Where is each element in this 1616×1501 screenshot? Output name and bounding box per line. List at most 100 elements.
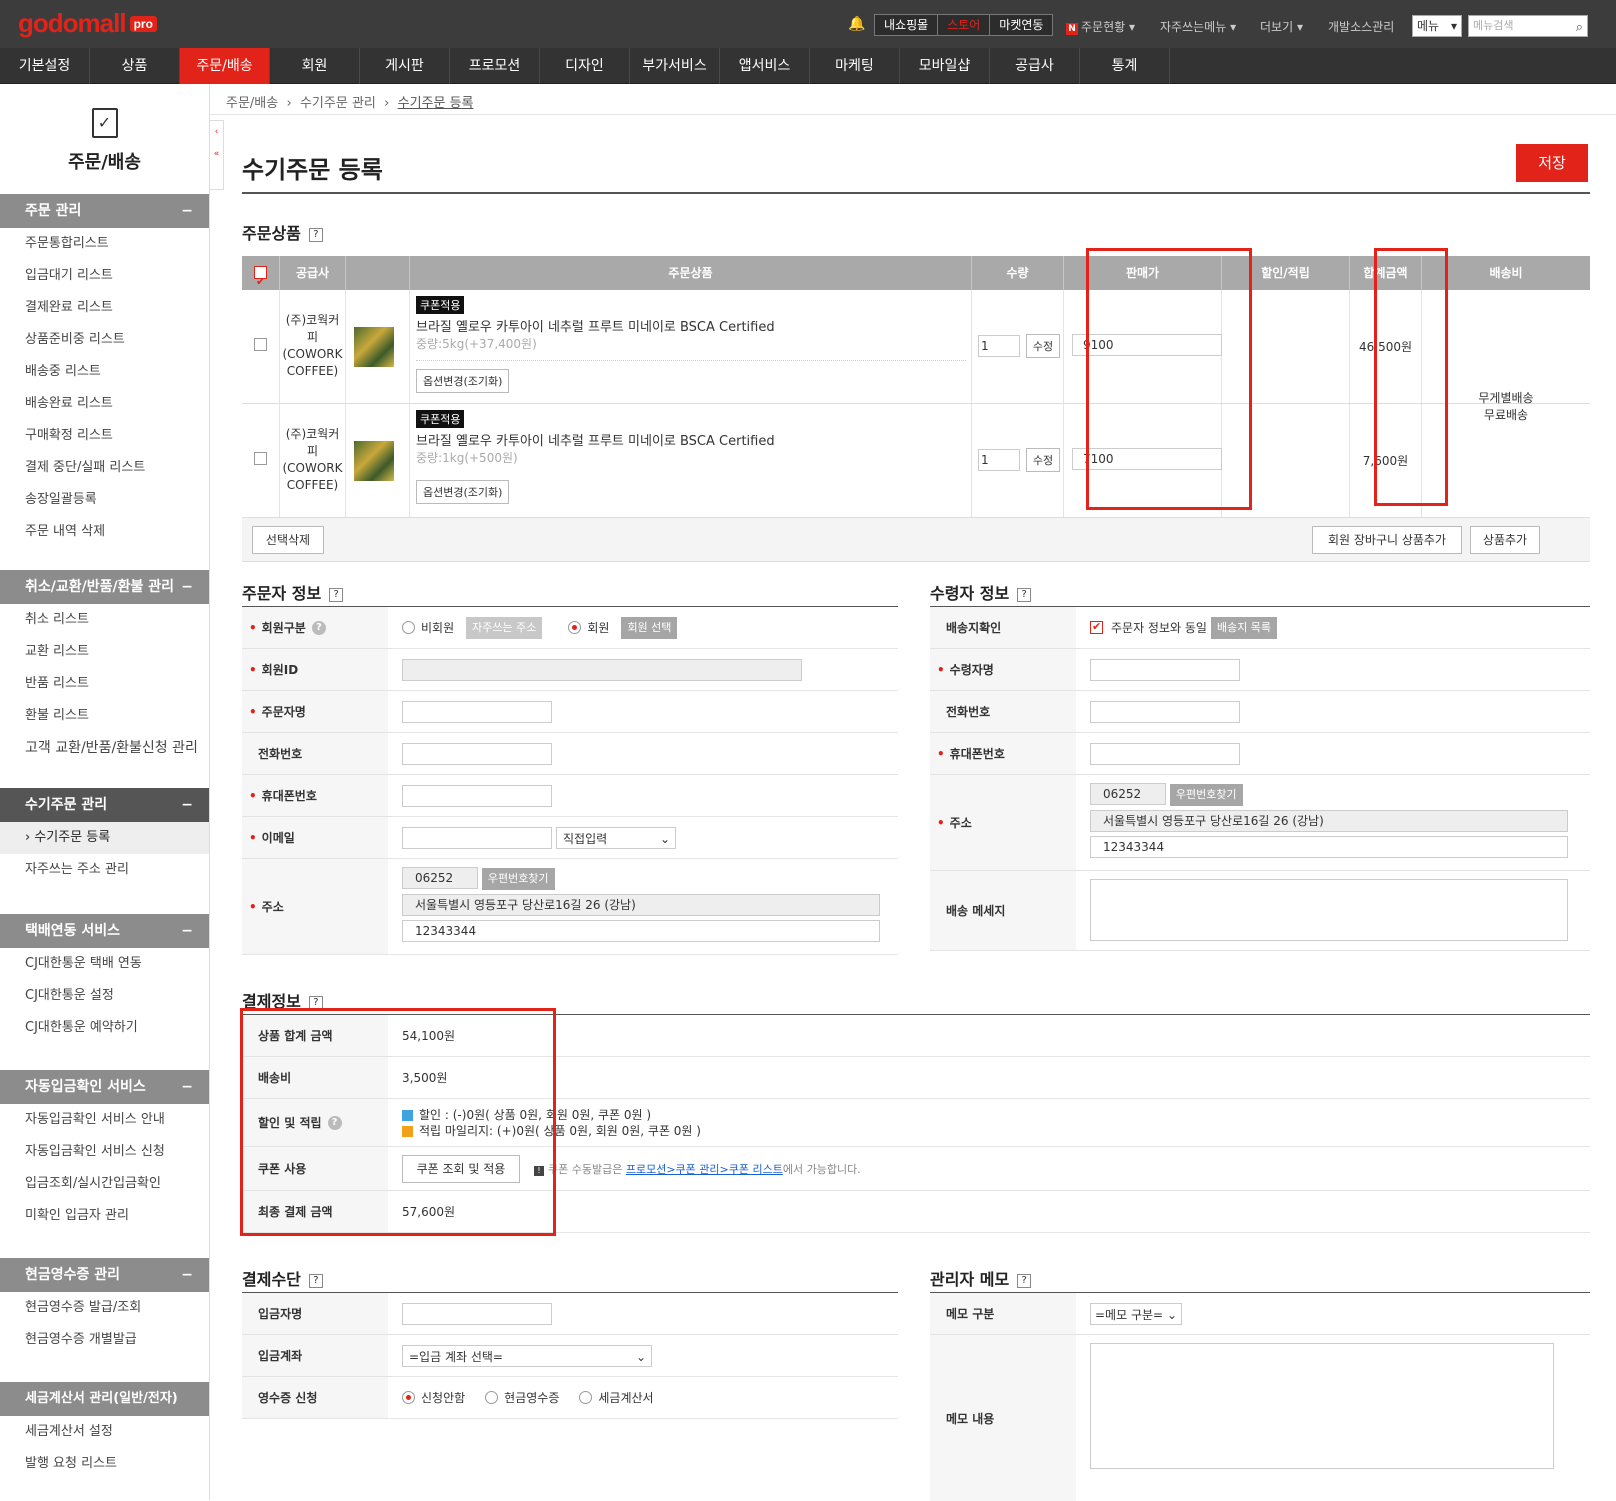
sidebar-item[interactable]: 결제완료 리스트 bbox=[0, 292, 209, 324]
sidebar-item[interactable]: 배송중 리스트 bbox=[0, 356, 209, 388]
receiver-phone-input[interactable] bbox=[1090, 700, 1240, 723]
product-thumbnail[interactable] bbox=[354, 441, 394, 481]
zipcode-search-button[interactable]: 우편번호찾기 bbox=[481, 868, 555, 890]
row-checkbox[interactable] bbox=[254, 452, 267, 465]
nav-board[interactable]: 게시판 bbox=[360, 48, 450, 84]
sidebar-item[interactable]: 입금대기 리스트 bbox=[0, 260, 209, 292]
nav-products[interactable]: 상품 bbox=[90, 48, 180, 84]
nav-members[interactable]: 회원 bbox=[270, 48, 360, 84]
more-link[interactable]: 더보기 ▾ bbox=[1260, 18, 1303, 35]
select-all-checkbox[interactable] bbox=[242, 256, 280, 299]
nav-supplier[interactable]: 공급사 bbox=[990, 48, 1080, 84]
chevron-left-icon[interactable]: ‹ bbox=[210, 127, 223, 137]
address-detail-input[interactable]: 12343344 bbox=[1090, 836, 1568, 858]
sidebar-item[interactable]: 미확인 입금자 관리 bbox=[0, 1200, 209, 1232]
zipcode-input[interactable]: 06252 bbox=[1090, 783, 1166, 805]
memo-type-select[interactable]: =메모 구분= ⌄ bbox=[1090, 1302, 1182, 1325]
sidebar-item[interactable]: 배송완료 리스트 bbox=[0, 388, 209, 420]
sidebar-item[interactable]: 세금계산서 설정 bbox=[0, 1416, 209, 1448]
member-radio[interactable] bbox=[568, 621, 582, 634]
sidebar-item[interactable]: 고객 교환/반품/환불신청 관리 bbox=[0, 732, 209, 764]
option-change-button[interactable]: 옵션변경(조기화) bbox=[416, 369, 510, 393]
qty-update-button[interactable]: 수정 bbox=[1025, 334, 1061, 358]
checkbox[interactable] bbox=[254, 265, 267, 299]
receiver-name-input[interactable] bbox=[1090, 658, 1240, 681]
nonmember-radio[interactable] bbox=[402, 621, 415, 634]
nav-orders[interactable]: 주문/배송 bbox=[180, 48, 270, 84]
favorite-address-button[interactable]: 자주쓰는 주소 bbox=[466, 616, 543, 639]
menu-select[interactable]: 메뉴 ▾ bbox=[1412, 15, 1462, 37]
collapse-icon[interactable]: − bbox=[181, 194, 193, 228]
sidebar-item[interactable]: 주문통합리스트 bbox=[0, 228, 209, 260]
bell-icon[interactable]: 🔔 bbox=[848, 16, 865, 32]
receipt-none-radio[interactable] bbox=[402, 1391, 415, 1404]
sidebar-item[interactable]: CJ대한통운 예약하기 bbox=[0, 1012, 209, 1044]
delivery-message-textarea[interactable] bbox=[1090, 879, 1568, 941]
sidebar-item[interactable]: 결제 중단/실패 리스트 bbox=[0, 452, 209, 484]
breadcrumb-item[interactable]: 수기주문 관리 bbox=[300, 96, 376, 111]
sidebar-section-active[interactable]: 수기주문 관리 − bbox=[0, 788, 209, 822]
product-name[interactable]: 브라질 옐로우 카투아이 네추럴 프루트 미네이로 BSCA Certified bbox=[416, 430, 965, 449]
double-chevron-up-icon[interactable]: « bbox=[210, 149, 223, 159]
help-icon[interactable]: ? bbox=[1017, 1273, 1032, 1288]
tab-market[interactable]: 마켓연동 bbox=[990, 15, 1053, 35]
receipt-tax-radio[interactable] bbox=[579, 1391, 593, 1404]
sidebar-item[interactable]: 교환 리스트 bbox=[0, 636, 209, 668]
member-cart-add-button[interactable]: 회원 장바구니 상품추가 bbox=[1312, 526, 1462, 554]
depositor-input[interactable] bbox=[402, 1302, 552, 1325]
sidebar-item[interactable]: 구매확정 리스트 bbox=[0, 420, 209, 452]
sidebar-section[interactable]: 현금영수증 관리 − bbox=[0, 1258, 209, 1292]
nav-promotion[interactable]: 프로모션 bbox=[450, 48, 540, 84]
add-product-button[interactable]: 상품추가 bbox=[1470, 526, 1540, 554]
breadcrumb-current[interactable]: 수기주문 등록 bbox=[398, 96, 474, 111]
collapse-icon[interactable]: − bbox=[181, 1070, 193, 1104]
nav-stats[interactable]: 통계 bbox=[1080, 48, 1170, 84]
email-domain-select[interactable]: 직접입력 ⌄ bbox=[556, 826, 676, 849]
memo-content-textarea[interactable] bbox=[1090, 1343, 1554, 1469]
product-thumbnail[interactable] bbox=[354, 327, 394, 367]
collapse-icon[interactable]: − bbox=[181, 570, 193, 604]
orderer-mobile-input[interactable] bbox=[402, 784, 552, 807]
menu-search-input[interactable]: 메뉴검색 ⌕ bbox=[1468, 15, 1588, 37]
nav-mobile[interactable]: 모바일샵 bbox=[900, 48, 990, 84]
sidebar-section[interactable]: 자동입금확인 서비스 − bbox=[0, 1070, 209, 1104]
godomall-logo[interactable]: godomall pro bbox=[18, 8, 157, 39]
tab-store[interactable]: 스토어 bbox=[938, 15, 991, 35]
sidebar-item[interactable]: 자주쓰는 주소 관리 bbox=[0, 854, 209, 886]
nav-addon[interactable]: 부가서비스 bbox=[630, 48, 720, 84]
sidebar-item[interactable]: 자동입금확인 서비스 안내 bbox=[0, 1104, 209, 1136]
save-button[interactable]: 저장 bbox=[1516, 144, 1588, 182]
sidebar-section[interactable]: 주문 관리 − bbox=[0, 194, 209, 228]
receiver-mobile-input[interactable] bbox=[1090, 742, 1240, 765]
orderer-name-input[interactable] bbox=[402, 700, 552, 723]
row-checkbox[interactable] bbox=[254, 338, 267, 351]
address-detail-input[interactable]: 12343344 bbox=[402, 920, 880, 942]
option-change-button[interactable]: 옵션변경(조기화) bbox=[416, 480, 510, 504]
sidebar-item[interactable]: 반품 리스트 bbox=[0, 668, 209, 700]
product-name[interactable]: 브라질 옐로우 카투아이 네추럴 프루트 미네이로 BSCA Certified bbox=[416, 316, 965, 335]
collapse-icon[interactable]: − bbox=[181, 1258, 193, 1292]
sidebar-item[interactable]: CJ대한통운 택배 연동 bbox=[0, 948, 209, 980]
address-input[interactable]: 서울특별시 영등포구 당산로16길 26 (강남) bbox=[1090, 810, 1568, 832]
member-select-button[interactable]: 회원 선택 bbox=[621, 616, 678, 639]
sidebar-toggle[interactable]: ‹ « bbox=[210, 120, 224, 190]
qty-update-button[interactable]: 수정 bbox=[1025, 448, 1061, 472]
nav-marketing[interactable]: 마케팅 bbox=[810, 48, 900, 84]
receipt-cash-radio[interactable] bbox=[485, 1391, 499, 1404]
sidebar-item[interactable]: 입금조회/실시간입금확인 bbox=[0, 1168, 209, 1200]
sidebar-section[interactable]: 택배연동 서비스 − bbox=[0, 914, 209, 948]
tab-my-shop[interactable]: 내쇼핑몰 bbox=[875, 15, 939, 35]
coupon-list-link[interactable]: 프로모션>쿠폰 관리>쿠폰 리스트 bbox=[626, 1163, 783, 1176]
sidebar-item[interactable]: 상품준비중 리스트 bbox=[0, 324, 209, 356]
sidebar-item[interactable]: CJ대한통운 설정 bbox=[0, 980, 209, 1012]
sidebar-item[interactable]: 자동입금확인 서비스 신청 bbox=[0, 1136, 209, 1168]
help-icon[interactable]: ? bbox=[329, 587, 344, 602]
collapse-icon[interactable]: − bbox=[181, 914, 193, 948]
sidebar-item[interactable]: 주문 내역 삭제 bbox=[0, 516, 209, 548]
help-icon[interactable]: ? bbox=[311, 620, 326, 635]
favorite-menu-link[interactable]: 자주쓰는메뉴 ▾ bbox=[1160, 18, 1236, 35]
sidebar-item[interactable]: 송장일괄등록 bbox=[0, 484, 209, 516]
help-icon[interactable]: ? bbox=[308, 1273, 323, 1288]
deposit-account-select[interactable]: =입금 계좌 선택= ⌄ bbox=[402, 1344, 652, 1367]
breadcrumb-item[interactable]: 주문/배송 bbox=[226, 96, 278, 111]
